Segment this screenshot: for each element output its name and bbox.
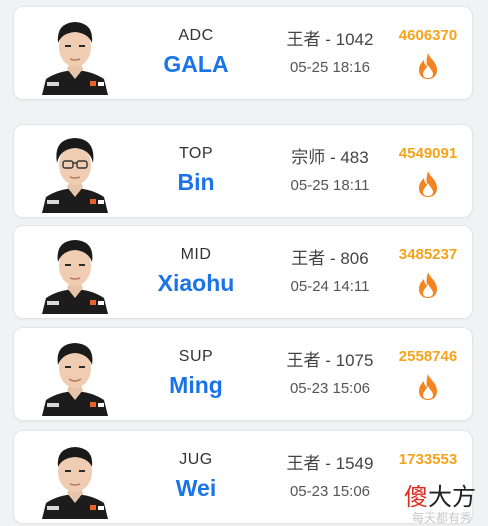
player-role: SUP <box>178 348 214 365</box>
player-avatar <box>40 232 110 314</box>
watermark-logo: 傻大方 <box>404 477 476 512</box>
player-score: 2558746 <box>398 348 458 365</box>
player-time: 05-25 18:11 <box>290 177 370 194</box>
player-time: 05-23 15:06 <box>289 483 371 500</box>
fire-icon <box>416 52 440 80</box>
player-name[interactable]: Wei <box>131 475 261 502</box>
player-rank: 王者 - 806 <box>291 249 369 268</box>
player-score: 1733553 <box>398 451 458 468</box>
player-card[interactable]: SUP Ming 王者 - 1075 05-23 15:06 2558746 <box>13 327 473 421</box>
player-score: 4606370 <box>398 27 458 44</box>
fire-icon <box>416 271 440 299</box>
fire-icon <box>416 170 440 198</box>
player-avatar <box>40 13 110 95</box>
player-time: 05-25 18:16 <box>289 59 371 76</box>
player-name[interactable]: Bin <box>131 169 261 196</box>
player-name[interactable]: Ming <box>131 372 261 399</box>
player-role: MID <box>180 246 212 263</box>
fire-icon <box>416 373 440 401</box>
watermark-text-red: 傻 <box>404 483 428 511</box>
player-card[interactable]: ADC GALA 王者 - 1042 05-25 18:16 4606370 <box>13 6 473 100</box>
player-card[interactable]: MID Xiaohu 王者 - 806 05-24 14:11 3485237 <box>13 225 473 319</box>
player-card[interactable]: TOP Bin 宗师 - 483 05-25 18:11 4549091 <box>13 124 473 218</box>
player-rank: 宗师 - 483 <box>291 148 369 167</box>
player-time: 05-23 15:06 <box>289 380 371 397</box>
player-rank: 王者 - 1075 <box>286 351 374 370</box>
watermark-subtitle: 每天都有秀 <box>411 511 472 525</box>
player-rank: 王者 - 1549 <box>286 454 374 473</box>
player-score: 4549091 <box>398 145 458 162</box>
player-score: 3485237 <box>398 246 458 263</box>
watermark-text-dark: 大方 <box>428 483 476 511</box>
player-name[interactable]: Xiaohu <box>131 270 261 297</box>
player-time: 05-24 14:11 <box>290 278 370 295</box>
player-avatar <box>40 131 110 213</box>
player-name[interactable]: GALA <box>131 51 261 78</box>
player-role: JUG <box>179 451 213 468</box>
player-avatar <box>40 437 110 519</box>
player-role: TOP <box>178 145 214 162</box>
player-avatar <box>40 334 110 416</box>
player-role: ADC <box>178 27 214 44</box>
player-rank: 王者 - 1042 <box>286 30 374 49</box>
